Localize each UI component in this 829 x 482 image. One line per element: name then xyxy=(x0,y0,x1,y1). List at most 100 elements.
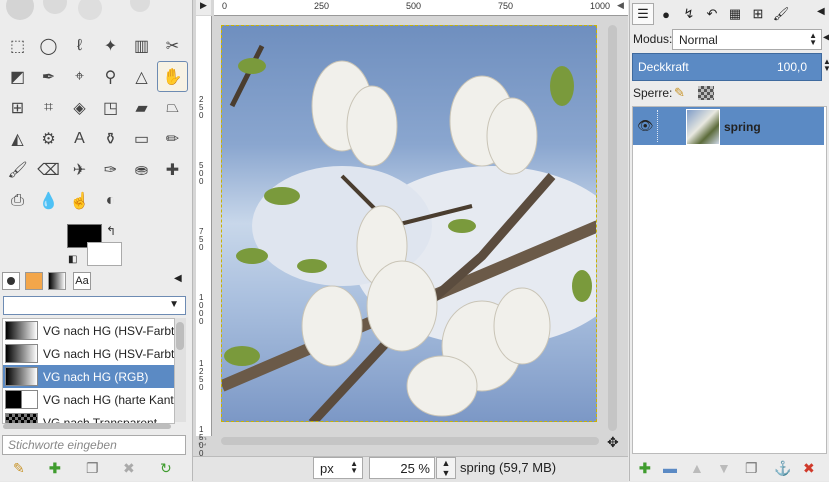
tab-channels[interactable]: ● xyxy=(655,3,677,25)
anchor-layer-icon[interactable]: ⚓ xyxy=(774,460,791,477)
tool-scale-icon[interactable]: ◳ xyxy=(95,92,126,123)
tool-measure-icon[interactable]: △ xyxy=(126,61,157,92)
unit-select[interactable]: px ▲ ▼ xyxy=(313,457,363,479)
delete-layer-icon[interactable]: ✖ xyxy=(803,460,815,477)
delete-gradient-icon[interactable]: ✖ xyxy=(123,460,135,477)
tool-flip-icon[interactable]: ◭ xyxy=(2,123,33,154)
tool-pencil-icon[interactable]: ✏ xyxy=(157,123,188,154)
opacity-slider[interactable]: Deckkraft 100,0 xyxy=(632,53,822,81)
refresh-gradients-icon[interactable]: ↻ xyxy=(160,460,172,477)
quick-mask-menu-icon[interactable]: ▶ xyxy=(196,0,211,15)
tool-rect-select-icon[interactable]: ⬚ xyxy=(2,30,33,61)
edit-gradient-icon[interactable]: ✎ xyxy=(13,460,25,477)
tool-ink-icon[interactable]: ✑ xyxy=(95,154,126,185)
gradient-list-scroll-thumb[interactable] xyxy=(176,322,184,350)
background-color-swatch[interactable] xyxy=(87,242,122,266)
zoom-input[interactable]: 25 % xyxy=(369,457,435,479)
zoom-toggle-icon[interactable]: ◀ xyxy=(617,0,624,11)
opacity-spin-icon[interactable]: ▲ ▼ xyxy=(823,58,829,73)
gradient-tag-filter[interactable]: ▼ xyxy=(3,296,186,315)
gradient-list-item[interactable]: VG nach Transparent xyxy=(3,411,174,423)
tool-paintbrush-icon[interactable]: 🖌 xyxy=(2,154,33,185)
gradient-list-item[interactable]: VG nach HG (RGB) xyxy=(3,365,174,388)
gradient-label: VG nach HG (harte Kante xyxy=(43,392,175,407)
horizontal-ruler[interactable]: 0250500750100012501500 xyxy=(214,0,794,16)
new-gradient-icon[interactable]: ✚ xyxy=(49,460,61,477)
vertical-scrollbar[interactable] xyxy=(608,25,617,431)
tool-blend-icon[interactable]: ▭ xyxy=(126,123,157,154)
tab-brushes[interactable] xyxy=(2,272,20,290)
zoom-to-window-icon[interactable]: ⛶ xyxy=(199,437,206,448)
gradient-list-item[interactable]: VG nach HG (HSV-Farbto xyxy=(3,319,174,342)
tool-heal-icon[interactable]: ✚ xyxy=(157,154,188,185)
raise-layer-icon[interactable]: ▲ xyxy=(690,460,704,476)
tool-crop-icon[interactable]: ⌗ xyxy=(33,92,64,123)
tool-foreground-select-icon[interactable]: ◩ xyxy=(2,61,33,92)
tab-gradients[interactable] xyxy=(48,272,66,290)
tab-layers[interactable]: ☰ xyxy=(632,3,654,25)
new-layer-icon[interactable]: ✚ xyxy=(639,460,651,477)
tool-shear-icon[interactable]: ▰ xyxy=(126,92,157,123)
canvas-image[interactable] xyxy=(221,25,597,422)
reset-colors-icon[interactable]: ◧ xyxy=(68,254,77,265)
gradient-list-hscrollbar[interactable] xyxy=(3,424,171,429)
tab-patterns[interactable] xyxy=(25,272,43,290)
tab-paths[interactable]: ↯ xyxy=(678,3,700,25)
tool-free-select-icon[interactable]: ℓ xyxy=(64,30,95,61)
tool-clone-icon[interactable]: ⛂ xyxy=(126,154,157,185)
lock-alpha-icon[interactable] xyxy=(698,86,714,100)
tag-search-input[interactable]: Stichworte eingeben xyxy=(2,435,186,455)
tool-fuzzy-select-icon[interactable]: ✦ xyxy=(95,30,126,61)
gradient-label: VG nach HG (RGB) xyxy=(43,369,149,384)
gradient-label: VG nach HG (HSV-Farbto xyxy=(43,323,175,338)
layer-name[interactable]: spring xyxy=(724,120,761,134)
dock-menu-icon[interactable]: ◀ xyxy=(817,6,825,17)
panel-menu-icon[interactable]: ◀ xyxy=(174,273,182,284)
ruler-tick-label: 500 xyxy=(199,161,204,186)
tool-move-icon[interactable]: ✋ xyxy=(157,61,188,92)
zoom-dropdown-icon[interactable]: ▲ ▼ xyxy=(436,457,456,479)
duplicate-gradient-icon[interactable]: ❐ xyxy=(86,460,99,477)
navigate-icon[interactable]: ✥ xyxy=(607,434,619,451)
tab-patterns-dock[interactable]: ▦ xyxy=(724,3,746,25)
tool-scissors-select-icon[interactable]: ✂ xyxy=(157,30,188,61)
swap-colors-icon[interactable]: ↰ xyxy=(106,224,116,238)
horizontal-scrollbar[interactable] xyxy=(221,437,599,445)
lower-layer-icon[interactable]: ▼ xyxy=(717,460,731,476)
tool-rotate-icon[interactable]: ◈ xyxy=(64,92,95,123)
ruler-tick-label: 750 xyxy=(199,227,204,252)
tool-smudge-icon[interactable]: ☝ xyxy=(64,185,95,216)
tab-brushes-dock[interactable]: 🖌 xyxy=(770,3,792,25)
duplicate-layer-icon[interactable]: ❐ xyxy=(745,460,758,477)
tab-tool-options[interactable]: ⊞ xyxy=(747,3,769,25)
tool-cage-icon[interactable]: ⚙ xyxy=(33,123,64,154)
ruler-tick-label: 1000 xyxy=(590,1,611,11)
new-layer-group-icon[interactable]: ▬ xyxy=(663,460,677,476)
chain-toggle[interactable] xyxy=(657,110,678,142)
gradient-preview xyxy=(5,413,38,423)
tool-perspective-clone-icon[interactable]: ⎙ xyxy=(2,185,33,216)
tool-ellipse-select-icon[interactable]: ◯ xyxy=(33,30,64,61)
lock-pixels-icon[interactable]: ✎ xyxy=(674,85,685,101)
tool-align-icon[interactable]: ⊞ xyxy=(2,92,33,123)
mode-reset-icon[interactable]: ◀ xyxy=(823,32,829,43)
tool-perspective-icon[interactable]: ⏢ xyxy=(157,92,188,123)
gradient-list-item[interactable]: VG nach HG (harte Kante xyxy=(3,388,174,411)
vertical-ruler[interactable]: 250 500 750 1000 1250 1500 xyxy=(196,16,212,458)
tool-airbrush-icon[interactable]: ✈ xyxy=(64,154,95,185)
tool-blur-icon[interactable]: 💧 xyxy=(33,185,64,216)
tool-eraser-icon[interactable]: ⌫ xyxy=(33,154,64,185)
gradient-list-item[interactable]: VG nach HG (HSV-Farbto xyxy=(3,342,174,365)
tool-zoom-icon[interactable]: ⚲ xyxy=(95,61,126,92)
tool-color-picker-icon[interactable]: ⌖ xyxy=(64,61,95,92)
tool-dodge-burn-icon[interactable]: ◐ xyxy=(95,185,126,216)
tool-bucket-fill-icon[interactable]: ⚱ xyxy=(95,123,126,154)
mode-select[interactable]: Normal ▲ ▼ xyxy=(672,29,822,50)
tool-paths-icon[interactable]: ✒ xyxy=(33,61,64,92)
visibility-eye-icon[interactable]: 👁 xyxy=(637,118,654,134)
tool-select-by-color-icon[interactable]: ▥ xyxy=(126,30,157,61)
tab-fonts[interactable]: Aa xyxy=(73,272,91,290)
tab-undo[interactable]: ↶ xyxy=(701,3,723,25)
ruler-tick-label: 250 xyxy=(199,95,204,120)
tool-text-icon[interactable]: A xyxy=(64,123,95,154)
